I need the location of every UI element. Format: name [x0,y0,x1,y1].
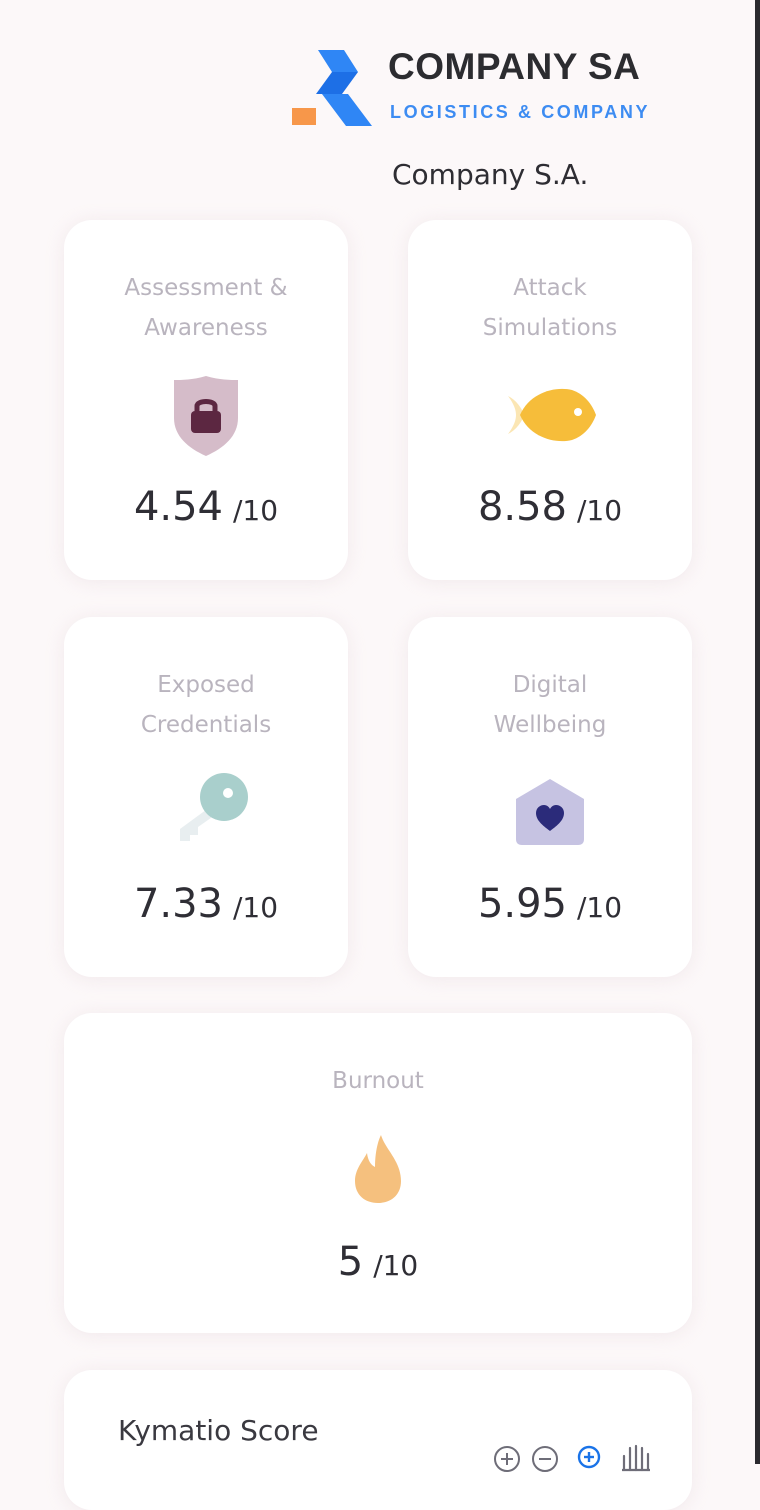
score-display: 5.95/10 [477,881,623,927]
key-icon [180,773,248,841]
score-display: 5/10 [337,1239,419,1285]
card-title: Assessment & Awareness [124,275,288,341]
card-title: Exposed Credentials [140,672,272,738]
window-edge [755,0,760,1464]
logo-subtitle: LOGISTICS & COMPANY [390,102,651,122]
chart-toolbar [492,1442,662,1472]
logo-mark-icon [292,50,372,126]
pan-hand-icon[interactable] [618,1442,652,1472]
house-heart-icon [516,779,584,845]
card-digital-wellbeing[interactable]: Digital Wellbeing 5.95/10 [408,617,692,977]
card-assessment-awareness[interactable]: Assessment & Awareness 4.54/10 [64,220,348,580]
card-exposed-credentials[interactable]: Exposed Credentials 7.33/10 [64,617,348,977]
card-title: Digital Wellbeing [493,672,607,738]
score-display: 4.54/10 [133,484,279,530]
company-logo: COMPANY SA LOGISTICS & COMPANY [288,46,708,136]
reset-zoom-icon[interactable] [576,1444,602,1470]
flame-icon [355,1135,401,1203]
card-attack-simulations[interactable]: Attack Simulations 8.58/10 [408,220,692,580]
score-display: 8.58/10 [477,484,623,530]
zoom-in-icon[interactable] [492,1444,522,1474]
card-title: Attack Simulations [482,275,618,341]
logo-title: COMPANY SA [388,46,641,87]
shield-lock-icon [174,376,238,456]
card-burnout[interactable]: Burnout 5/10 [64,1013,692,1333]
company-name: Company S.A. [392,158,589,191]
zoom-out-icon[interactable] [530,1444,560,1474]
kymatio-score-title: Kymatio Score [118,1414,319,1447]
fish-icon [508,388,596,442]
score-display: 7.33/10 [133,881,279,927]
card-title: Burnout [332,1068,424,1094]
